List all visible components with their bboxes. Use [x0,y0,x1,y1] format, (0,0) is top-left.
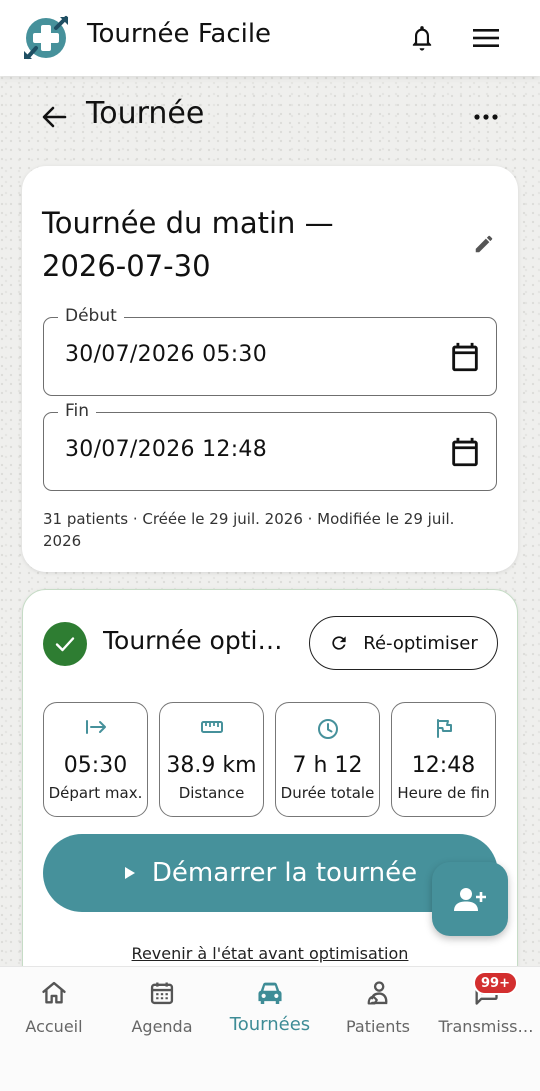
play-icon [124,867,135,879]
menu-button[interactable] [466,18,506,58]
stat-duration: 7 h 12 Durée totale [275,702,380,817]
stat-value: 12:48 [411,753,476,778]
start-tour-button[interactable]: Démarrer la tournée [43,834,498,912]
add-patient-fab[interactable] [432,862,508,936]
nav-item-tournees[interactable]: Tournées [216,967,324,1047]
bell-icon [412,26,432,51]
optimization-title: Tournée optimisée [103,626,298,655]
more-horizontal-icon [474,114,498,120]
start-datetime-field[interactable]: Début 30/07/2026 05:30 [43,306,497,396]
notification-badge: 99+ [473,971,518,995]
calendar-icon[interactable] [448,435,482,469]
start-field-value[interactable]: 30/07/2026 05:30 [65,342,267,367]
stat-value: 7 h 12 [292,753,363,778]
pencil-icon [475,235,493,253]
departure-arrow-icon [85,720,106,734]
end-field-value[interactable]: 30/07/2026 12:48 [65,437,267,462]
stat-end-time: 12:48 Heure de fin [391,702,496,817]
start-field-label: Début [58,306,124,326]
stat-label: Heure de fin [397,784,490,802]
ruler-icon [200,721,223,733]
app-title: Tournée Facile [87,19,272,49]
nav-item-accueil[interactable]: Accueil [0,967,108,1047]
tour-details-card: Tournée du matin — 2026-07-30 Début 30/0… [22,166,518,572]
clock-icon [317,719,338,739]
bottom-navigation: Accueil Agenda Tournées Patients Transmi… [0,966,540,1091]
app-bar: Tournée Facile [0,0,540,76]
stat-label: Distance [178,784,245,802]
revert-optimization-link[interactable]: Revenir à l'état avant optimisation [23,944,517,963]
home-icon [42,981,66,1004]
back-button[interactable] [34,97,74,137]
reoptimize-button[interactable]: Ré-optimiser [309,616,498,670]
nav-label: Agenda [131,1017,193,1036]
stat-value: 05:30 [63,753,128,778]
refresh-icon [332,636,346,650]
flag-icon [436,719,452,738]
medical-cross-logo [24,16,68,59]
calendar-icon[interactable] [448,340,482,374]
patient-icon [367,981,388,1005]
nav-label: Tournées [229,1014,311,1035]
stat-distance: 38.9 km Distance [159,702,264,817]
add-person-icon [454,888,486,911]
notifications-button[interactable] [402,18,442,58]
tour-meta: 31 patients · Créée le 29 juil. 2026 · M… [43,510,455,550]
nav-item-agenda[interactable]: Agenda [108,967,216,1047]
nav-label: Transmiss… [438,1017,534,1036]
end-datetime-field[interactable]: Fin 30/07/2026 12:48 [43,401,497,491]
nav-label: Accueil [25,1017,83,1036]
calendar-icon [150,982,174,1005]
arrow-left-icon [42,106,67,128]
check-icon [55,637,75,652]
end-field-label: Fin [58,401,97,421]
nav-label: Patients [345,1017,411,1036]
reoptimize-label: Ré-optimiser [363,632,478,654]
stat-label: Départ max. [48,784,143,802]
more-options-button[interactable] [466,97,506,137]
stat-departure: 05:30 Départ max. [43,702,148,817]
tour-name: Tournée du matin — 2026-07-30 [42,206,334,283]
edit-name-button[interactable] [468,228,500,260]
optimized-status [43,622,87,666]
car-icon [258,982,282,1004]
page-title: Tournée [86,96,205,131]
stat-value: 38.9 km [166,753,257,778]
nav-item-patients[interactable]: Patients [324,967,432,1047]
start-tour-label: Démarrer la tournée [151,858,418,888]
stat-label: Durée totale [280,784,375,802]
hamburger-menu-icon [473,29,499,47]
